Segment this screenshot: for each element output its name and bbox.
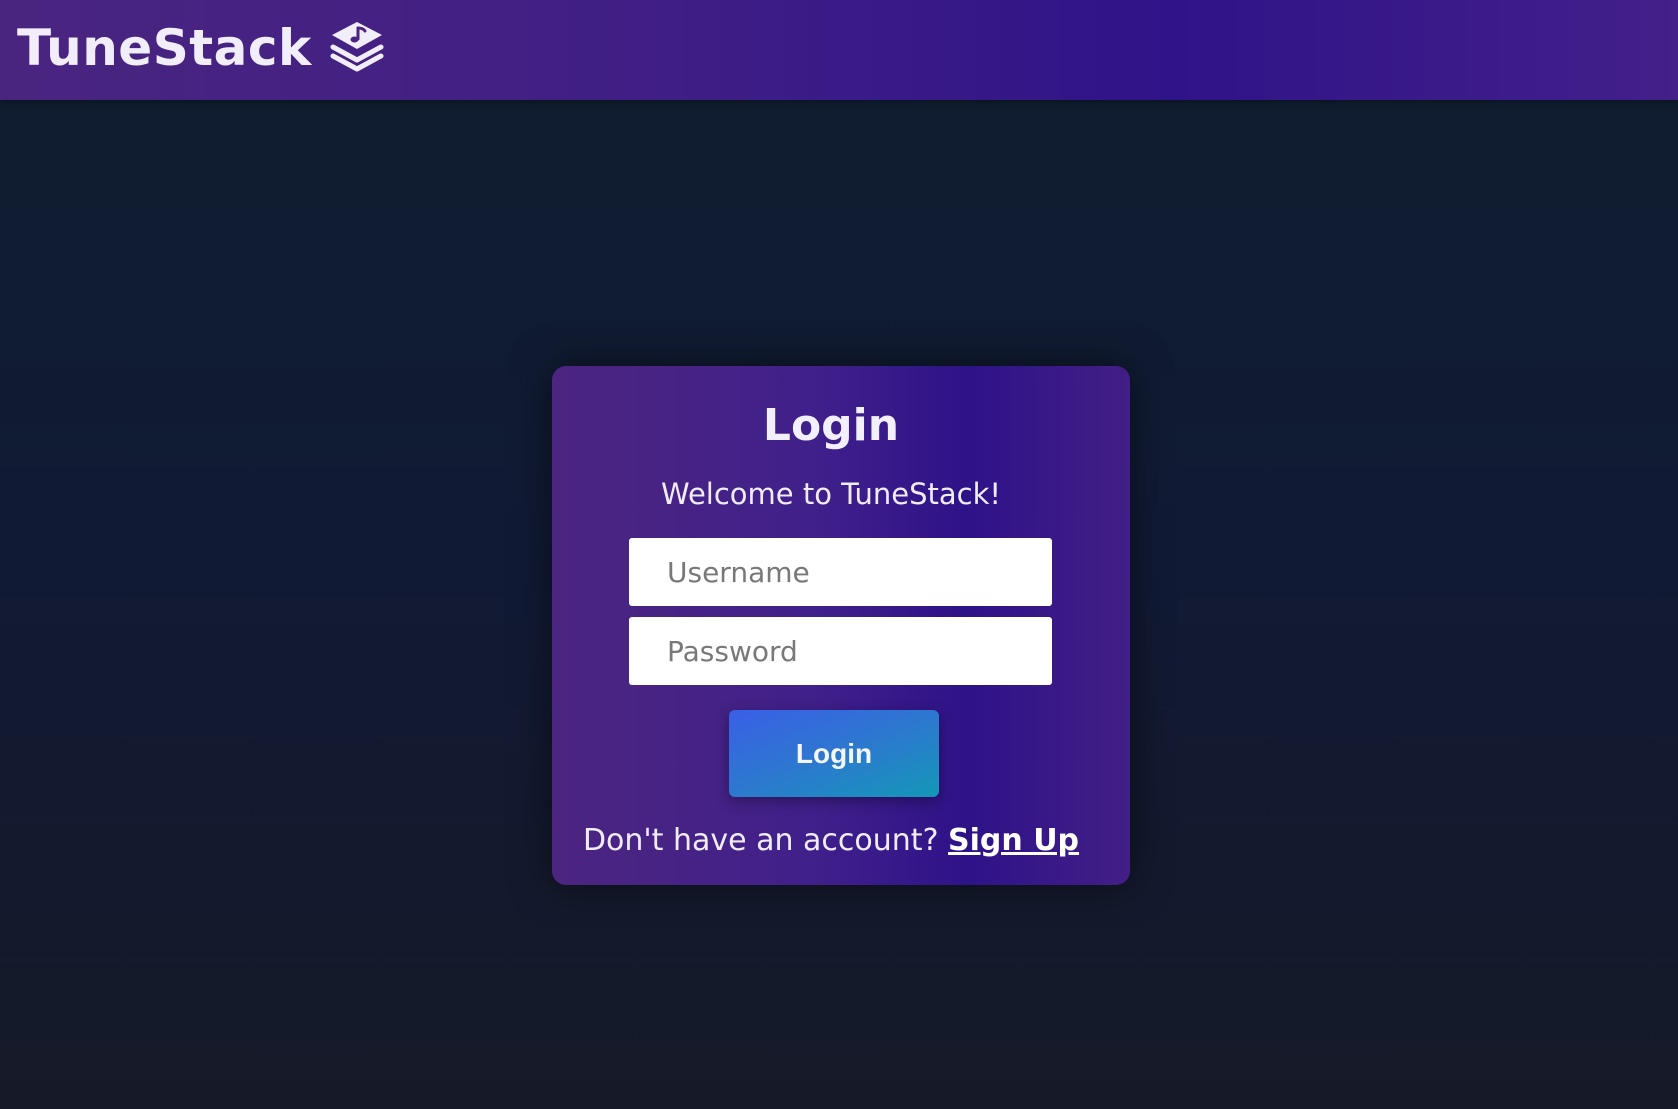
username-input[interactable] (629, 538, 1052, 606)
signup-prompt-text: Don't have an account? (582, 823, 949, 858)
brand[interactable]: TuneStack (17, 18, 387, 78)
signup-prompt-row: Don't have an account? Sign Up (552, 823, 1110, 859)
stacked-music-icon (330, 22, 384, 72)
brand-name[interactable]: TuneStack (17, 18, 312, 78)
signup-link[interactable]: Sign Up (948, 823, 1079, 858)
welcome-message: Welcome to TuneStack! (660, 477, 1002, 511)
top-navbar: TuneStack (0, 0, 1678, 100)
login-card-content: Login Welcome to TuneStack! Login Don't … (552, 366, 1130, 885)
password-input[interactable] (629, 617, 1052, 685)
login-title: Login (762, 400, 900, 451)
login-button[interactable]: Login (729, 710, 939, 797)
